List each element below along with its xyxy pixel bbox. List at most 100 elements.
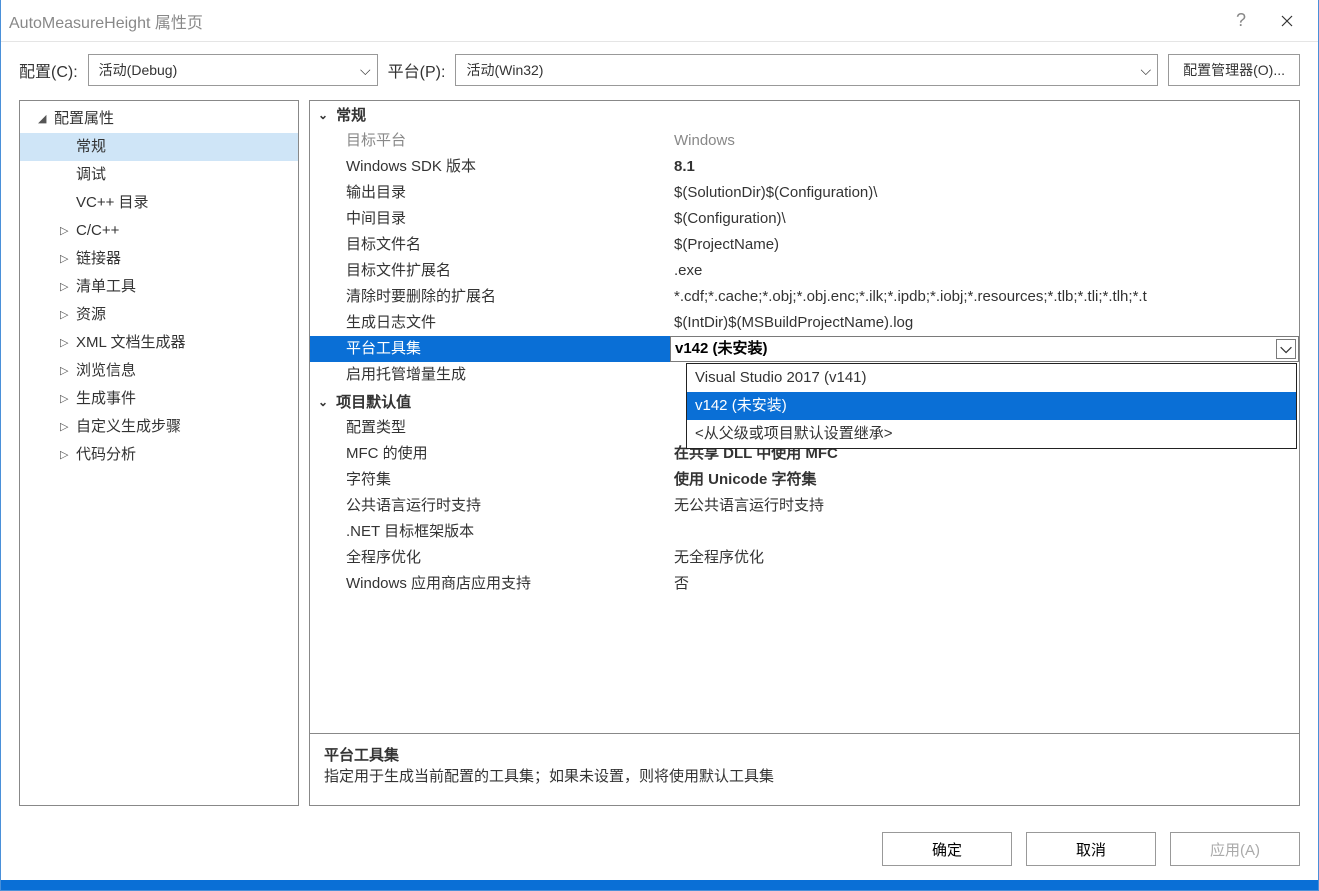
caret-right-icon: ▷: [60, 247, 72, 271]
property-value[interactable]: $(IntDir)$(MSBuildProjectName).log: [670, 310, 1299, 336]
caret-right-icon: ▷: [60, 359, 72, 383]
property-name: 配置类型: [310, 415, 670, 441]
tree-item[interactable]: ▷清单工具: [20, 273, 298, 301]
property-name: .NET 目标框架版本: [310, 519, 670, 545]
dialog-footer: 确定 取消 应用(A): [1, 818, 1318, 880]
dropdown-option[interactable]: Visual Studio 2017 (v141): [687, 364, 1296, 392]
property-value[interactable]: *.cdf;*.cache;*.obj;*.obj.enc;*.ilk;*.ip…: [670, 284, 1299, 310]
property-row[interactable]: 清除时要删除的扩展名*.cdf;*.cache;*.obj;*.obj.enc;…: [310, 284, 1299, 310]
property-name: 全程序优化: [310, 545, 670, 571]
property-value[interactable]: 否: [670, 571, 1299, 597]
property-name: MFC 的使用: [310, 441, 670, 467]
tree-item[interactable]: 常规: [20, 133, 298, 161]
close-icon[interactable]: [1264, 5, 1310, 37]
property-value[interactable]: .exe: [670, 258, 1299, 284]
property-row[interactable]: 字符集使用 Unicode 字符集: [310, 467, 1299, 493]
section-header[interactable]: ⌄常规: [310, 101, 1299, 128]
caret-right-icon: ▷: [60, 415, 72, 439]
config-label: 配置(C):: [19, 58, 78, 82]
property-row[interactable]: 全程序优化无全程序优化: [310, 545, 1299, 571]
tree-item[interactable]: ▷XML 文档生成器: [20, 329, 298, 357]
platform-value: 活动(Win32): [466, 60, 543, 80]
property-row[interactable]: 目标文件名$(ProjectName): [310, 232, 1299, 258]
dropdown-option[interactable]: v142 (未安装): [687, 392, 1296, 420]
config-value: 活动(Debug): [99, 60, 178, 80]
property-value[interactable]: $(SolutionDir)$(Configuration)\: [670, 180, 1299, 206]
property-row[interactable]: 生成日志文件$(IntDir)$(MSBuildProjectName).log: [310, 310, 1299, 336]
property-row[interactable]: Windows SDK 版本8.1: [310, 154, 1299, 180]
tree-item[interactable]: VC++ 目录: [20, 189, 298, 217]
chevron-down-icon[interactable]: ⌵: [1276, 339, 1296, 359]
caret-right-icon: ▷: [60, 387, 72, 411]
property-value[interactable]: 无全程序优化: [670, 545, 1299, 571]
toolbar: 配置(C): 活动(Debug) ⌵ 平台(P): 活动(Win32) ⌵ 配置…: [1, 42, 1318, 100]
property-name: 目标平台: [310, 128, 670, 154]
property-name: 公共语言运行时支持: [310, 493, 670, 519]
help-icon[interactable]: ?: [1218, 5, 1264, 37]
property-name: 中间目录: [310, 206, 670, 232]
chevron-down-icon: ⌵: [1140, 62, 1151, 79]
bottom-bar: [1, 880, 1318, 890]
help-title: 平台工具集: [324, 744, 1285, 765]
tree-item[interactable]: ▷链接器: [20, 245, 298, 273]
caret-right-icon: ▷: [60, 303, 72, 327]
property-row[interactable]: 公共语言运行时支持无公共语言运行时支持: [310, 493, 1299, 519]
tree-root[interactable]: ◢配置属性: [20, 105, 298, 133]
caret-down-icon: ⌄: [318, 395, 328, 409]
dropdown-option[interactable]: <从父级或项目默认设置继承>: [687, 420, 1296, 448]
property-page-window: AutoMeasureHeight 属性页 ? 配置(C): 活动(Debug)…: [0, 0, 1319, 891]
property-name: 目标文件扩展名: [310, 258, 670, 284]
property-grid[interactable]: ⌄常规目标平台WindowsWindows SDK 版本8.1输出目录$(Sol…: [309, 100, 1300, 734]
property-name: Windows SDK 版本: [310, 154, 670, 180]
caret-right-icon: ▷: [60, 331, 72, 355]
caret-right-icon: ▷: [60, 275, 72, 299]
property-value[interactable]: $(ProjectName): [670, 232, 1299, 258]
property-name: 目标文件名: [310, 232, 670, 258]
tree-item[interactable]: ▷资源: [20, 301, 298, 329]
tree-item[interactable]: ▷C/C++: [20, 217, 298, 245]
property-name: 输出目录: [310, 180, 670, 206]
property-value[interactable]: 使用 Unicode 字符集: [670, 467, 1299, 493]
help-pane: 平台工具集 指定用于生成当前配置的工具集；如果未设置，则将使用默认工具集: [309, 734, 1300, 806]
help-desc: 指定用于生成当前配置的工具集；如果未设置，则将使用默认工具集: [324, 765, 1285, 786]
caret-right-icon: ▷: [60, 443, 72, 467]
window-title: AutoMeasureHeight 属性页: [9, 9, 203, 33]
property-row[interactable]: Windows 应用商店应用支持否: [310, 571, 1299, 597]
property-value[interactable]: 无公共语言运行时支持: [670, 493, 1299, 519]
apply-button[interactable]: 应用(A): [1170, 832, 1300, 866]
ok-button[interactable]: 确定: [882, 832, 1012, 866]
property-row[interactable]: 目标文件扩展名.exe: [310, 258, 1299, 284]
property-name: 清除时要删除的扩展名: [310, 284, 670, 310]
tree-item[interactable]: ▷自定义生成步骤: [20, 413, 298, 441]
property-name: 启用托管增量生成: [310, 362, 670, 388]
property-value[interactable]: v142 (未安装)⌵: [670, 336, 1299, 362]
titlebar: AutoMeasureHeight 属性页 ?: [1, 0, 1318, 42]
tree-item[interactable]: ▷生成事件: [20, 385, 298, 413]
property-name: 生成日志文件: [310, 310, 670, 336]
property-value[interactable]: Windows: [670, 128, 1299, 154]
config-combo[interactable]: 活动(Debug) ⌵: [88, 54, 378, 86]
platform-toolset-dropdown[interactable]: Visual Studio 2017 (v141)v142 (未安装)<从父级或…: [686, 363, 1297, 449]
property-value[interactable]: $(Configuration)\: [670, 206, 1299, 232]
platform-label: 平台(P):: [388, 58, 446, 82]
config-tree[interactable]: ◢配置属性常规调试VC++ 目录▷C/C++▷链接器▷清单工具▷资源▷XML 文…: [19, 100, 299, 806]
caret-right-icon: ▷: [60, 219, 72, 243]
config-manager-button[interactable]: 配置管理器(O)...: [1168, 54, 1300, 86]
caret-down-icon: ⌄: [318, 108, 328, 122]
property-row[interactable]: 目标平台Windows: [310, 128, 1299, 154]
property-row[interactable]: 输出目录$(SolutionDir)$(Configuration)\: [310, 180, 1299, 206]
property-row[interactable]: 中间目录$(Configuration)\: [310, 206, 1299, 232]
tree-item[interactable]: 调试: [20, 161, 298, 189]
caret-down-icon: ◢: [38, 107, 50, 131]
chevron-down-icon: ⌵: [360, 62, 371, 79]
property-name: Windows 应用商店应用支持: [310, 571, 670, 597]
property-name: 字符集: [310, 467, 670, 493]
property-value[interactable]: 8.1: [670, 154, 1299, 180]
tree-item[interactable]: ▷代码分析: [20, 441, 298, 469]
property-row[interactable]: 平台工具集v142 (未安装)⌵: [310, 336, 1299, 362]
platform-combo[interactable]: 活动(Win32) ⌵: [455, 54, 1158, 86]
tree-item[interactable]: ▷浏览信息: [20, 357, 298, 385]
property-row[interactable]: .NET 目标框架版本: [310, 519, 1299, 545]
cancel-button[interactable]: 取消: [1026, 832, 1156, 866]
property-name: 平台工具集: [310, 336, 670, 362]
